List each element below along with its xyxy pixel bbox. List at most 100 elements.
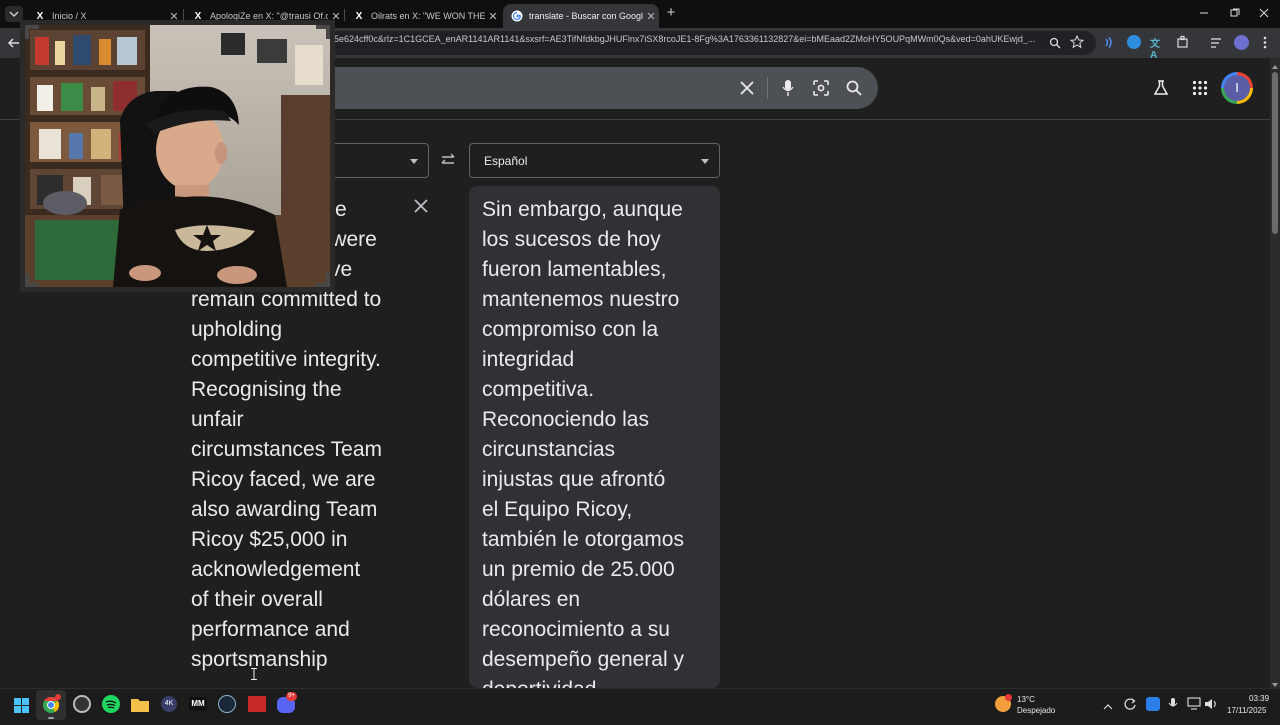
- minimize-icon: [1200, 12, 1208, 14]
- text-line: Reconociendo las: [482, 408, 649, 431]
- scroll-up-arrow[interactable]: [1270, 59, 1280, 69]
- chrome-icon: [43, 696, 60, 713]
- discord-taskbar-button[interactable]: 9+: [277, 692, 297, 713]
- clear-search-icon[interactable]: [740, 81, 754, 95]
- text-line: Sin embargo, aunque: [482, 198, 683, 221]
- extension-audio-icon[interactable]: [1102, 36, 1116, 49]
- extension-circle-icon[interactable]: [1127, 35, 1141, 49]
- text-line: of their overall: [191, 588, 323, 611]
- tray-volume-icon[interactable]: [1204, 697, 1218, 711]
- translation-output-panel: Sin embargo, aunque los sucesos de hoy fue…: [469, 186, 720, 688]
- tray-mic-icon[interactable]: [1168, 697, 1178, 711]
- clear-source-button[interactable]: [414, 199, 428, 213]
- x-logo-icon: X: [355, 10, 363, 22]
- text-line: competitiva.: [482, 378, 595, 401]
- text-line: acknowledgement: [191, 558, 361, 581]
- weather-badge: [1005, 694, 1012, 701]
- webcam-overlay: [20, 20, 335, 292]
- microphone-icon[interactable]: [781, 79, 795, 97]
- close-icon: [414, 199, 428, 213]
- text-line: upholding: [191, 318, 283, 341]
- tab-title: translate - Buscar con Google: [529, 11, 643, 21]
- minimize-button[interactable]: [1194, 6, 1214, 20]
- labs-flask-icon[interactable]: [1152, 79, 1170, 97]
- spotify-icon[interactable]: [102, 695, 120, 713]
- close-window-button[interactable]: [1254, 6, 1274, 20]
- google-g-icon: [511, 10, 523, 22]
- text-line: deportividad: [482, 675, 717, 688]
- text-cursor-ibeam: [251, 667, 257, 680]
- text-line: also awarding Team: [191, 498, 378, 521]
- windows-start-icon[interactable]: [14, 698, 29, 713]
- app-4k-icon[interactable]: 4K: [161, 696, 177, 712]
- text-line: compromiso con la: [482, 318, 659, 341]
- translation-output-text: Sin embargo, aunque los sucesos de hoy fue…: [482, 195, 717, 688]
- close-tab-icon[interactable]: ✕: [485, 10, 501, 23]
- new-tab-button[interactable]: +: [664, 5, 678, 21]
- extension-translate-icon[interactable]: 文A: [1150, 35, 1166, 61]
- webcam-frame-corner: [25, 273, 39, 287]
- clock-date[interactable]: 17/11/2025: [1227, 706, 1266, 715]
- zoom-icon[interactable]: [1049, 36, 1061, 49]
- weather-description: Despejado: [1017, 706, 1056, 715]
- tab-oilrats[interactable]: X Oilrats en X: "WE WON THE FIR ✕: [345, 4, 501, 28]
- restore-button[interactable]: [1224, 6, 1244, 20]
- restore-icon: [1230, 8, 1240, 17]
- text-line: los sucesos de hoy: [482, 228, 661, 251]
- text-line: dólares en: [482, 588, 581, 611]
- steam-icon[interactable]: [218, 695, 236, 713]
- target-language-select[interactable]: Español: [469, 143, 720, 178]
- apps-grid-icon[interactable]: [1192, 80, 1208, 96]
- tray-shield-icon[interactable]: [1146, 697, 1160, 711]
- streamer-webcam-image: [25, 25, 330, 287]
- menu-kebab-icon[interactable]: [1260, 35, 1270, 50]
- close-tab-icon[interactable]: ✕: [643, 10, 659, 23]
- media-queue-icon[interactable]: [1210, 36, 1224, 49]
- text-line: Ricoy faced, we are: [191, 468, 376, 491]
- close-icon: [1259, 8, 1269, 18]
- bookmark-star-icon[interactable]: [1069, 34, 1085, 49]
- notification-badge: 9+: [286, 692, 297, 701]
- clock-time[interactable]: 03:39: [1249, 694, 1269, 703]
- webcam-frame-corner: [25, 25, 39, 39]
- text-line: reconocimiento a su: [482, 618, 670, 641]
- profile-avatar[interactable]: [1234, 35, 1249, 50]
- google-lens-icon[interactable]: [812, 79, 830, 97]
- scroll-down-arrow[interactable]: [1270, 677, 1280, 687]
- app-mm-icon[interactable]: MM: [189, 697, 207, 711]
- app-video-icon[interactable]: [248, 696, 266, 712]
- search-icon[interactable]: [846, 80, 862, 96]
- text-line: injustas que afrontó: [482, 468, 666, 491]
- text-line: Recognising the: [191, 378, 342, 401]
- target-language-label: Español: [484, 154, 528, 168]
- text-line: mantenemos nuestro: [482, 288, 680, 311]
- text-line: también le otorgamos: [482, 528, 684, 551]
- text-line: Ricoy $25,000 in: [191, 528, 348, 551]
- chrome-taskbar-button[interactable]: [36, 690, 66, 720]
- tab-title: Oilrats en X: "WE WON THE FIR: [371, 11, 485, 21]
- scrollbar-thumb[interactable]: [1272, 72, 1278, 234]
- text-line: competitive integrity.: [191, 348, 381, 371]
- account-avatar[interactable]: I: [1221, 72, 1253, 104]
- text-line: performance and: [191, 618, 350, 641]
- text-line: el Equipo Ricoy,: [482, 498, 633, 521]
- weather-widget[interactable]: 13°C Despejado: [995, 692, 1065, 718]
- file-explorer-icon[interactable]: [131, 697, 149, 712]
- chevron-down-icon: [410, 159, 418, 164]
- obs-icon[interactable]: [73, 695, 91, 713]
- tray-display-icon[interactable]: [1187, 697, 1201, 710]
- text-line: fueron lamentables,: [482, 258, 667, 281]
- tray-sync-icon[interactable]: [1123, 697, 1137, 711]
- text-line: unfair: [191, 408, 244, 431]
- chevron-down-icon: [701, 159, 709, 164]
- swap-arrows-icon: [441, 153, 455, 164]
- tray-overflow-chevron-icon[interactable]: [1103, 699, 1113, 710]
- google-search-bar[interactable]: [300, 67, 878, 109]
- address-bar-url: 5e624cff0c&rlz=1C1GCEA_enAR1141AR1141&sx…: [334, 34, 1036, 44]
- swap-languages-button[interactable]: [439, 152, 457, 168]
- text-line: un premio de 25.000: [482, 558, 675, 581]
- tab-translate-google[interactable]: translate - Buscar con Google ✕: [503, 4, 659, 28]
- text-line: desempeño general y: [482, 648, 684, 671]
- text-line: circunstancias: [482, 438, 616, 461]
- extensions-puzzle-icon[interactable]: [1176, 35, 1190, 49]
